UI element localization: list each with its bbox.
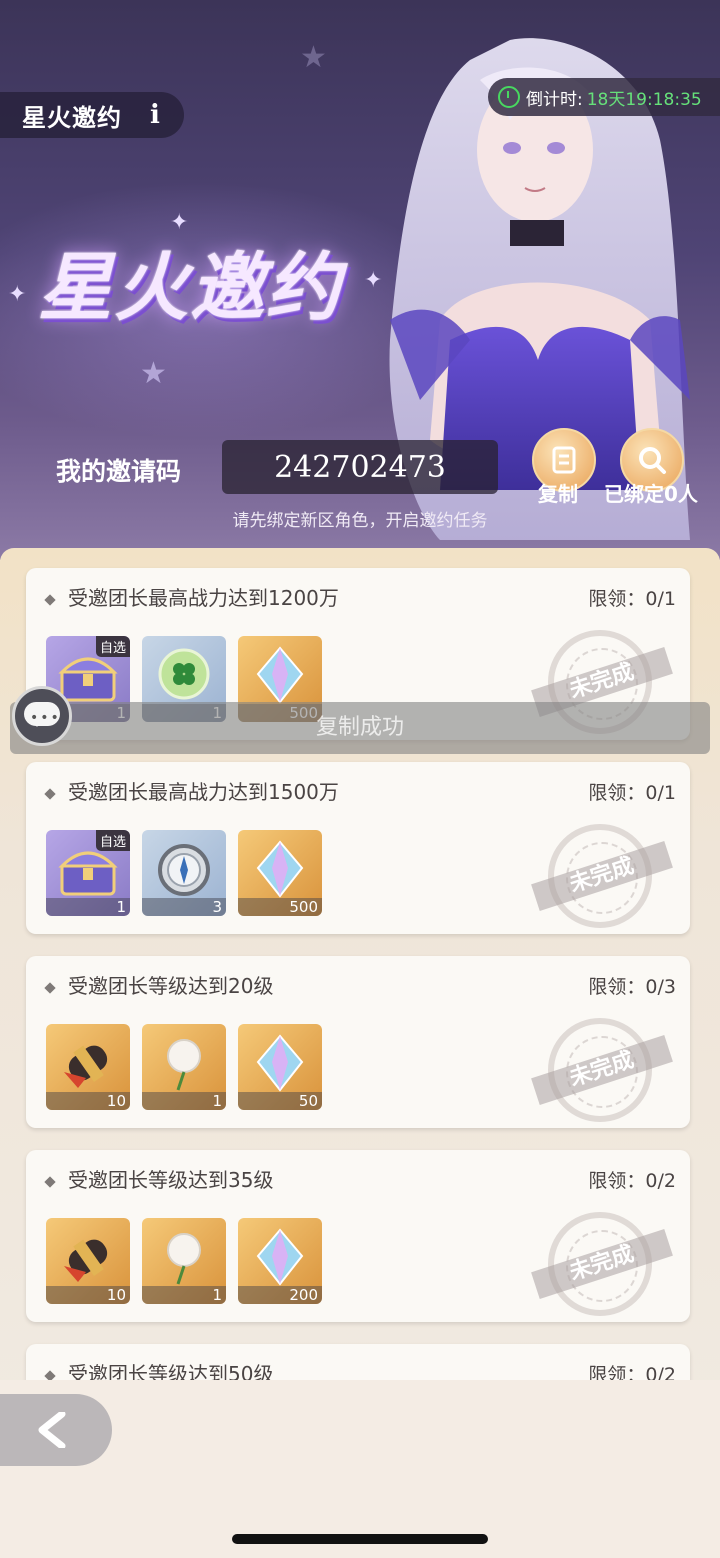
event-banner: ✦ ✦ ✦ ★ ★ 星火邀约 i 倒计时: 18天19:18:35 星火邀约 我… — [0, 0, 720, 560]
task-title: 受邀团长等级达到20级 — [44, 970, 273, 999]
back-button[interactable] — [0, 1394, 112, 1466]
reward-tag: 自选 — [95, 830, 130, 851]
incomplete-stamp: 未完成 — [531, 1212, 673, 1316]
task-limit: 限领：0/3 — [588, 976, 676, 998]
clover-orb-icon — [158, 648, 210, 700]
reward-qty: 500 — [238, 898, 322, 916]
countdown-timer: 倒计时: 18天19:18:35 — [488, 78, 720, 116]
reward-item[interactable]: 10 — [46, 1024, 130, 1110]
task-card: 受邀团长最高战力达到1500万 限领：0/1 自选 1 3 500 未完成 — [26, 762, 690, 934]
incomplete-stamp: 未完成 — [531, 824, 673, 928]
reward-qty: 10 — [46, 1092, 130, 1110]
reward-qty: 200 — [238, 1286, 322, 1304]
countdown-label: 倒计时: — [526, 89, 583, 110]
reward-item[interactable]: 50 — [238, 1024, 322, 1110]
invite-code-field: 242702473 — [222, 440, 498, 494]
info-icon[interactable]: i — [150, 100, 160, 130]
dandelion-icon — [167, 1039, 201, 1091]
clock-icon — [498, 86, 520, 108]
reward-tag: 自选 — [95, 636, 130, 657]
chat-button[interactable]: ••• — [12, 686, 72, 746]
reward-qty: 1 — [46, 898, 130, 916]
chat-dots: ••• — [30, 710, 61, 726]
event-logo: 星火邀约 — [38, 245, 342, 331]
task-limit: 限领：0/2 — [588, 1170, 676, 1192]
home-indicator[interactable] — [232, 1534, 488, 1544]
bound-users-label[interactable]: 已绑定0人 — [604, 478, 698, 507]
reward-item[interactable]: 自选 1 — [46, 830, 130, 916]
bottom-footer — [0, 1380, 720, 1558]
scroll-icon — [64, 1239, 108, 1282]
search-icon — [639, 447, 666, 474]
dandelion-icon — [167, 1233, 201, 1285]
incomplete-stamp: 未完成 — [531, 1018, 673, 1122]
diamond-bullet-icon — [44, 787, 56, 800]
reward-item[interactable]: 3 — [142, 830, 226, 916]
star-icon: ★ — [300, 40, 327, 75]
task-title: 受邀团长最高战力达到1500万 — [44, 776, 339, 805]
sparkle-icon: ✦ — [8, 282, 27, 307]
reward-qty: 10 — [46, 1286, 130, 1304]
compass-icon — [158, 844, 210, 896]
invite-hint: 请先绑定新区角色，开启邀约任务 — [232, 511, 488, 531]
reward-item[interactable]: 10 — [46, 1218, 130, 1304]
countdown-value: 18天19:18:35 — [586, 89, 702, 110]
scroll-icon — [64, 1045, 108, 1088]
reward-item[interactable]: 1 — [142, 1218, 226, 1304]
task-card: 受邀团长等级达到20级 限领：0/3 10 1 50 未完成 — [26, 956, 690, 1128]
reward-item[interactable]: 200 — [238, 1218, 322, 1304]
task-title: 受邀团长等级达到35级 — [44, 1164, 273, 1193]
rainbow-gem-icon — [256, 646, 304, 704]
diamond-bullet-icon — [44, 1175, 56, 1188]
copy-icon — [552, 446, 576, 474]
rainbow-gem-icon — [256, 840, 304, 898]
back-arrow-icon — [38, 1412, 66, 1448]
reward-item[interactable]: 500 — [238, 830, 322, 916]
reward-qty: 50 — [238, 1092, 322, 1110]
star-icon: ★ — [140, 356, 167, 391]
diamond-bullet-icon — [44, 593, 56, 606]
task-limit: 限领：0/1 — [588, 588, 676, 610]
sparkle-icon: ✦ — [364, 268, 383, 293]
invite-code-label: 我的邀请码 — [56, 457, 182, 486]
page-title-bar: 星火邀约 i — [0, 92, 184, 138]
invite-code-value: 242702473 — [274, 449, 446, 485]
task-title: 受邀团长最高战力达到1200万 — [44, 582, 339, 611]
rainbow-gem-icon — [256, 1228, 304, 1286]
toast-message: 复制成功 — [10, 702, 710, 754]
reward-item[interactable]: 1 — [142, 1024, 226, 1110]
rainbow-gem-icon — [256, 1034, 304, 1092]
reward-qty: 1 — [142, 1092, 226, 1110]
reward-qty: 1 — [142, 1286, 226, 1304]
task-card: 受邀团长等级达到35级 限领：0/2 10 1 200 未完成 — [26, 1150, 690, 1322]
page-title: 星火邀约 — [22, 103, 122, 132]
reward-qty: 3 — [142, 898, 226, 916]
diamond-bullet-icon — [44, 981, 56, 994]
copy-button-label[interactable]: 复制 — [538, 478, 578, 507]
task-limit: 限领：0/1 — [588, 782, 676, 804]
